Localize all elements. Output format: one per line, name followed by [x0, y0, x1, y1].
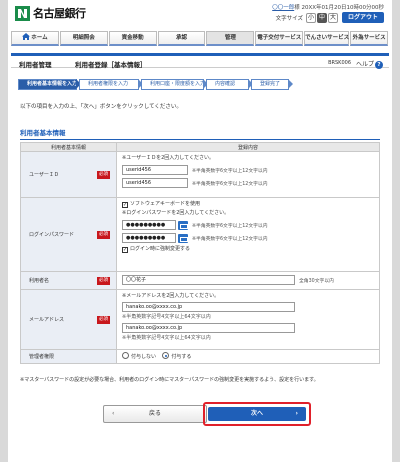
user-id-label: ユーザーＩＤ 必須	[20, 151, 117, 198]
page-category: 利用者管理	[19, 61, 52, 69]
user-basic-form: 利用者基本情報 登録内容 ユーザーＩＤ 必須 ※ユーザーＩＤを2回入力してください…	[20, 142, 380, 364]
password-cell: ✓ ソフトウェアキーボードを使用 ※ログインパスワードを2回入力してください。 ●…	[116, 197, 380, 272]
user-info: 〇〇一郎様 20XX年01月20日10時00分00秒	[272, 5, 384, 11]
nav-forex[interactable]: 外為サービス	[350, 31, 389, 46]
user-name-label: 利用者名 必須	[20, 271, 117, 290]
col-header-content: 登録内容	[116, 142, 380, 152]
admin-auth-option-off[interactable]: 付与しない	[122, 352, 156, 360]
page-title-bar: 利用者管理 利用者登録［基本情報］ BRSK006 ヘルプ?	[11, 53, 389, 69]
checkbox-checked-icon: ✓	[122, 247, 128, 253]
nav-approval[interactable]: 承認	[157, 31, 206, 46]
font-size-label: 文字サイズ	[275, 15, 303, 22]
required-badge: 必須	[97, 230, 110, 239]
required-badge: 必須	[97, 170, 110, 179]
font-size-small-button[interactable]: 小	[305, 12, 316, 23]
instruction-text: 以下の項目を入力の上、「次へ」ボタンをクリックしてください。	[20, 104, 182, 110]
software-keyboard-icon[interactable]	[178, 233, 188, 243]
user-id-cell: ※ユーザーＩＤを2回入力してください。 userid456 ※半角英数字6文字以上…	[116, 151, 380, 198]
password-input[interactable]: ●●●●●●●●●	[122, 220, 176, 230]
global-nav: ホーム 明細照会 資金移動 承認 管理 電子交付サービス でんさいサービス 外為…	[11, 31, 389, 46]
password-label: ログインパスワード 必須	[20, 197, 117, 272]
nav-densai[interactable]: でんさいサービス	[304, 31, 349, 46]
user-name-cell: 〇〇花子 全角30文字以内	[116, 271, 380, 290]
next-button[interactable]: 次へ ›	[208, 407, 306, 421]
bank-logo: 名古屋銀行	[15, 5, 86, 21]
next-button-highlight: 次へ ›	[203, 402, 311, 426]
email-cell: ※メールアドレスを2回入力してください。 hanako.oo@xxxx.co.j…	[116, 289, 380, 350]
section-title: 利用者基本情報	[20, 127, 380, 140]
required-badge: 必須	[97, 315, 110, 324]
chevron-left-icon: ‹	[112, 410, 115, 417]
checkbox-checked-icon: ✓	[122, 202, 128, 208]
step-3: 利用口座・限度額を入力	[141, 79, 208, 90]
step-5: 登録完了	[251, 79, 293, 90]
page: 名古屋銀行 〇〇一郎様 20XX年01月20日10時00分00秒 文字サイズ 小…	[8, 0, 392, 462]
user-name-input[interactable]: 〇〇花子	[122, 275, 295, 285]
nav-transfer[interactable]: 資金移動	[108, 31, 157, 46]
software-keyboard-checkbox[interactable]: ✓ ソフトウェアキーボードを使用	[122, 200, 374, 209]
bank-name: 名古屋銀行	[33, 7, 86, 20]
step-2: 利用者権限を入力	[79, 79, 143, 90]
radio-on-icon	[162, 352, 170, 359]
nav-statements[interactable]: 明細照会	[59, 31, 108, 46]
help-link[interactable]: ヘルプ?	[356, 59, 383, 69]
admin-auth-label: 管理者権限	[20, 349, 117, 364]
header: 名古屋銀行 〇〇一郎様 20XX年01月20日10時00分00秒 文字サイズ 小…	[8, 0, 392, 30]
required-badge: 必須	[97, 276, 110, 285]
password-confirm-input[interactable]: ●●●●●●●●●	[122, 233, 176, 243]
note-text: ※マスターパスワードの設定が必要な場合、利用者のログイン時にマスターパスワードの…	[20, 377, 319, 383]
force-change-checkbox[interactable]: ✓ ログイン時に強制変更する	[122, 245, 374, 254]
email-confirm-input[interactable]: hanako.oo@xxxx.co.jp	[122, 323, 295, 333]
last-login: 20XX年01月20日10時00分00秒	[301, 5, 384, 11]
col-header-item: 利用者基本情報	[20, 142, 117, 152]
radio-off-icon	[122, 352, 129, 359]
email-input[interactable]: hanako.oo@xxxx.co.jp	[122, 302, 295, 312]
user-name[interactable]: 〇〇一郎	[272, 5, 294, 11]
header-controls: 文字サイズ 小 中 大 ログアウト	[276, 12, 384, 23]
admin-auth-cell: 付与しない 付与する	[116, 349, 380, 364]
font-size-large-button[interactable]: 大	[327, 12, 338, 23]
step-1: 利用者基本情報を入力	[18, 79, 81, 90]
nav-admin[interactable]: 管理	[206, 31, 255, 46]
back-button[interactable]: ‹ 戻る	[103, 405, 207, 423]
home-icon	[22, 33, 31, 40]
chevron-right-icon: ›	[295, 410, 298, 417]
software-keyboard-icon[interactable]	[178, 220, 188, 230]
help-icon: ?	[375, 61, 383, 69]
admin-auth-option-on[interactable]: 付与する	[162, 352, 191, 360]
progress-steps: 利用者基本情報を入力 利用者権限を入力 利用口座・限度額を入力 内容確認 登録完…	[18, 79, 293, 90]
nav-home[interactable]: ホーム	[11, 31, 59, 46]
email-label: メールアドレス 必須	[20, 289, 117, 350]
nav-e-delivery[interactable]: 電子交付サービス	[255, 31, 304, 46]
step-4: 内容確認	[206, 79, 253, 90]
font-size-medium-button[interactable]: 中	[316, 12, 327, 23]
logout-button[interactable]: ログアウト	[341, 12, 384, 23]
screen-code: BRSK006	[328, 60, 351, 66]
page-title: 利用者登録［基本情報］	[75, 61, 147, 69]
user-id-input[interactable]: userid456	[122, 165, 188, 175]
user-id-confirm-input[interactable]: userid456	[122, 178, 188, 188]
bank-logo-icon	[15, 5, 30, 21]
